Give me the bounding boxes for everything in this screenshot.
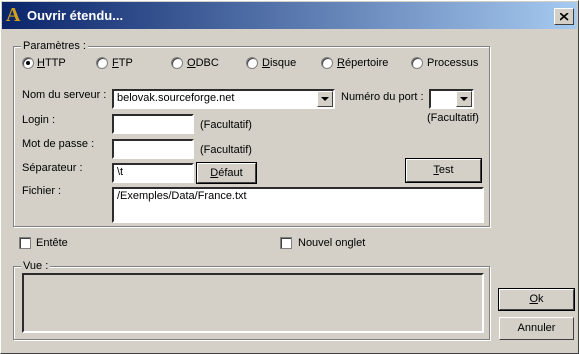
radio-ftp-label[interactable]: FTP <box>112 57 133 69</box>
file-value: /Exemples/Data/France.txt <box>117 190 247 202</box>
cancel-button[interactable]: Annuler <box>499 317 574 340</box>
separator-input[interactable]: \t <box>112 163 194 183</box>
new-tab-checkbox-label[interactable]: Nouvel onglet <box>298 237 365 249</box>
radio-processus-label[interactable]: Processus <box>427 57 478 69</box>
radio-http[interactable] <box>22 57 34 69</box>
password-input[interactable] <box>112 139 194 159</box>
header-checkbox[interactable] <box>19 237 31 249</box>
radio-repertoire-label[interactable]: Répertoire <box>337 57 388 69</box>
radio-repertoire[interactable] <box>321 57 333 69</box>
radio-processus[interactable] <box>411 57 423 69</box>
port-hint: (Facultatif) <box>427 112 479 124</box>
new-tab-checkbox[interactable] <box>280 237 292 249</box>
ok-button[interactable]: Ok <box>498 288 575 311</box>
radio-disque[interactable] <box>246 57 258 69</box>
password-label: Mot de passe : <box>22 138 95 150</box>
title-bar[interactable]: A Ouvrir étendu... <box>2 2 577 29</box>
radio-disque-label[interactable]: Disque <box>262 57 296 69</box>
window-title: Ouvrir étendu... <box>27 8 124 23</box>
login-input[interactable] <box>112 114 194 134</box>
radio-ftp[interactable] <box>96 57 108 69</box>
file-textarea[interactable]: /Exemples/Data/France.txt <box>112 187 484 223</box>
vue-label: Vue : <box>21 260 51 272</box>
chevron-down-icon <box>460 97 468 101</box>
server-value: belovak.sourceforge.net <box>117 92 235 104</box>
login-hint: (Facultatif) <box>200 119 252 131</box>
close-icon <box>560 13 569 21</box>
dialog-window: A Ouvrir étendu... Paramètres : HTTP FTP… <box>0 0 579 354</box>
close-button[interactable] <box>554 8 574 25</box>
port-dropdown-button[interactable] <box>456 91 472 107</box>
preview-area <box>22 273 484 333</box>
separator-label: Séparateur : <box>22 162 83 174</box>
default-button[interactable]: Défaut <box>196 162 257 184</box>
parametres-label: Paramètres : <box>21 40 88 52</box>
server-label: Nom du serveur : <box>22 89 107 101</box>
server-combobox[interactable]: belovak.sourceforge.net <box>112 89 335 109</box>
password-hint: (Facultatif) <box>200 144 252 156</box>
port-label: Numéro du port : <box>341 91 424 103</box>
chevron-down-icon <box>321 97 329 101</box>
file-label: Fichier : <box>22 185 62 197</box>
test-button[interactable]: Test <box>405 158 482 183</box>
radio-http-label[interactable]: HTTP <box>37 57 66 69</box>
server-dropdown-button[interactable] <box>317 91 333 107</box>
login-label: Login : <box>22 114 56 126</box>
separator-value: \t <box>117 166 124 178</box>
radio-odbc[interactable] <box>171 57 183 69</box>
header-checkbox-label[interactable]: Entête <box>36 237 68 249</box>
radio-odbc-label[interactable]: ODBC <box>187 57 219 69</box>
radio-selected-dot <box>26 61 30 65</box>
app-logo-icon: A <box>6 4 21 26</box>
